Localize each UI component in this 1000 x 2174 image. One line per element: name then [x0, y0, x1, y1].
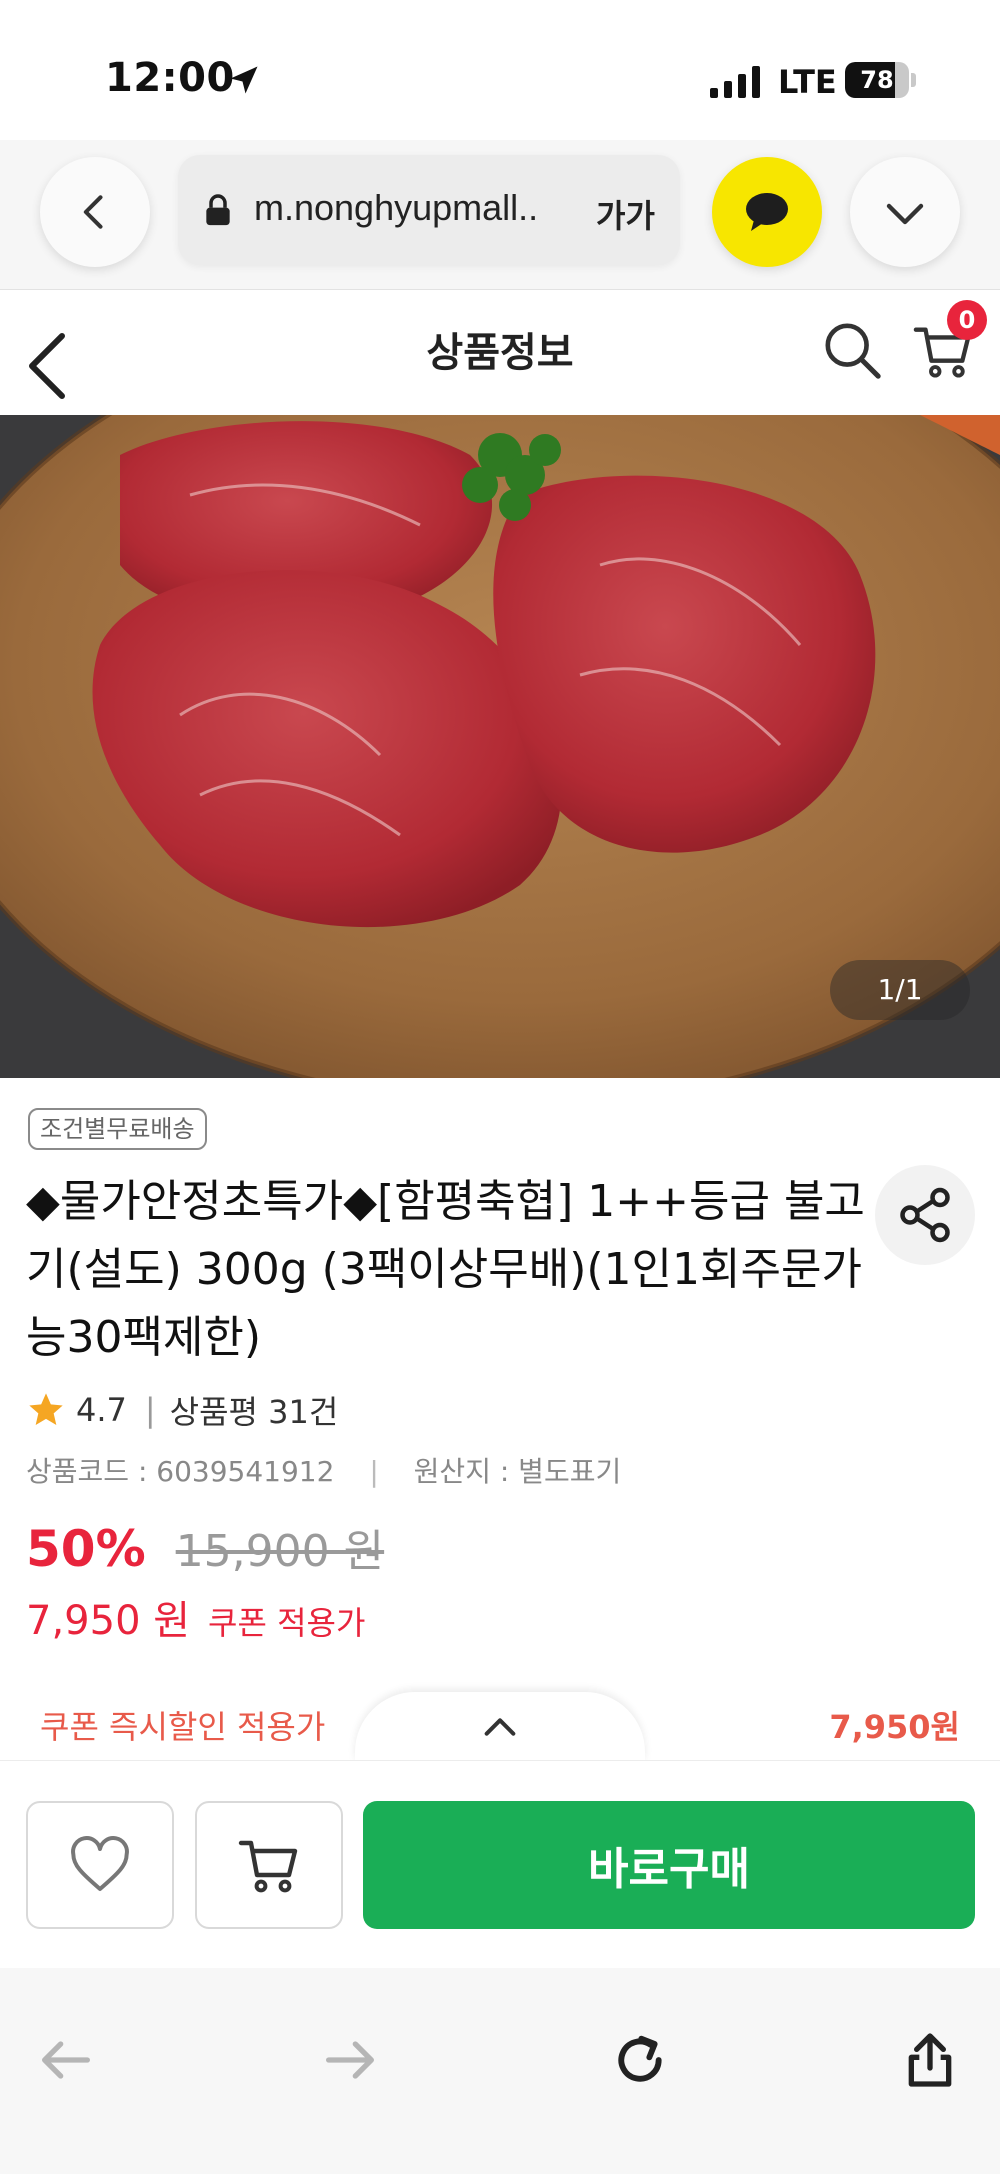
image-counter: 1/1	[830, 960, 970, 1020]
expand-tab-button[interactable]	[355, 1692, 645, 1762]
coupon-price-label: 쿠폰 적용가	[208, 1604, 366, 1642]
status-time: 12:00	[105, 55, 235, 101]
original-price: 15,900 원	[175, 1526, 385, 1577]
review-count-link[interactable]: 상품평 31건	[170, 1387, 339, 1433]
heart-icon	[71, 1836, 129, 1891]
star-icon	[29, 1393, 63, 1425]
arrow-left-icon[interactable]	[34, 2028, 98, 2092]
buy-now-button[interactable]: 바로구매	[363, 1801, 975, 1929]
share-icon	[900, 1187, 950, 1243]
arrow-right-icon[interactable]	[318, 2028, 382, 2092]
search-icon[interactable]	[822, 320, 884, 382]
sale-price-row: 7,950 원 쿠폰 적용가	[26, 1588, 365, 1644]
rating-row: 4.7 | 상품평 31건	[26, 1385, 338, 1435]
product-title: ◆물가안정초특가◆[함평축협] 1++등급 불고기(설도) 300g (3팩이상…	[26, 1176, 865, 1363]
battery-icon: 78	[845, 62, 916, 98]
browser-bottom-toolbar	[0, 1968, 1000, 2174]
coupon-discount-price: 7,950원	[829, 1708, 960, 1746]
kakao-chat-button[interactable]	[712, 157, 822, 267]
share-upload-icon[interactable]	[898, 2028, 962, 2092]
cart-icon	[238, 1840, 298, 1893]
signal-icon	[710, 66, 760, 98]
price-row: 50% 15,900 원	[26, 1515, 384, 1585]
chevron-left-icon	[83, 195, 103, 229]
meta-separator: |	[369, 1455, 379, 1488]
app-header: 상품정보	[0, 290, 1000, 415]
add-to-cart-button[interactable]	[195, 1801, 343, 1929]
wishlist-button[interactable]	[26, 1801, 174, 1929]
network-label: LTE	[778, 63, 837, 101]
rating-value: 4.7	[76, 1391, 127, 1429]
discount-rate: 50%	[26, 1520, 146, 1578]
lock-icon	[206, 194, 230, 226]
browser-toolbar: m.nonghyupmall.. 가가	[0, 140, 1000, 290]
product-meta: 상품코드 : 6039541912 | 원산지 : 별도표기	[26, 1450, 621, 1490]
product-code: 상품코드 : 6039541912	[26, 1455, 335, 1488]
browser-menu-button[interactable]	[850, 157, 960, 267]
origin: 원산지 : 별도표기	[413, 1455, 622, 1488]
rating-separator: |	[144, 1391, 156, 1429]
chat-bubble-icon	[746, 193, 788, 231]
cart-count-badge: 0	[947, 300, 987, 340]
status-bar: 12:00 LTE 78	[0, 0, 1000, 140]
address-bar[interactable]: m.nonghyupmall.. 가가	[178, 155, 680, 265]
battery-level: 78	[860, 66, 894, 94]
product-image[interactable]: 1/1	[0, 415, 1000, 1078]
location-arrow-icon	[230, 66, 258, 94]
browser-back-button[interactable]	[40, 157, 150, 267]
reload-icon[interactable]	[608, 2028, 672, 2092]
font-size-button[interactable]: 가가	[596, 191, 655, 237]
shipping-badge: 조건별무료배송	[28, 1108, 207, 1150]
coupon-discount-label: 쿠폰 즉시할인 적용가	[40, 1708, 326, 1746]
url-text: m.nonghyupmall..	[254, 187, 539, 228]
share-button[interactable]	[875, 1165, 975, 1265]
purchase-action-bar: 바로구매	[0, 1760, 1000, 1968]
sale-price: 7,950 원	[26, 1598, 191, 1644]
chevron-up-icon	[484, 1718, 516, 1736]
chevron-down-icon	[886, 203, 924, 225]
